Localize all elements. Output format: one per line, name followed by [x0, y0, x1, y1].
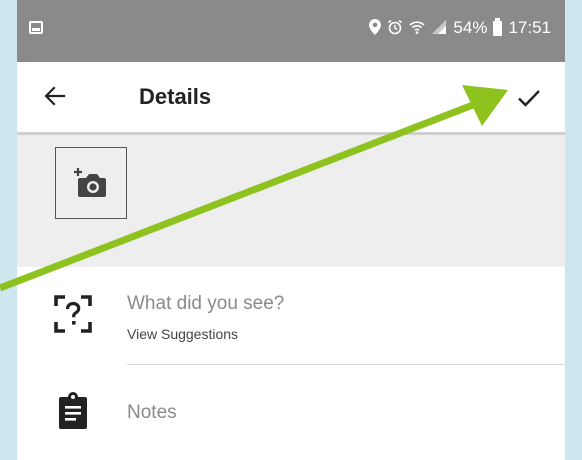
- view-suggestions-link[interactable]: View Suggestions: [127, 326, 238, 342]
- wifi-icon: [409, 19, 425, 38]
- status-indicators: 54% 17:51: [369, 17, 551, 39]
- notification-icon: [29, 21, 43, 34]
- battery-icon: [493, 17, 503, 36]
- battery-percent: 54%: [453, 18, 488, 37]
- app-toolbar: Details: [17, 62, 565, 135]
- arrow-left-icon: [44, 86, 66, 106]
- species-placeholder: What did you see?: [127, 293, 285, 314]
- signal-icon: [431, 19, 447, 38]
- notes-field[interactable]: Notes: [17, 365, 565, 460]
- phone-screen: 54% 17:51 Details What did you see? View…: [17, 0, 565, 460]
- species-field[interactable]: What did you see? View Suggestions: [17, 268, 565, 364]
- checkmark-icon: [518, 90, 540, 107]
- page-title: Details: [139, 84, 212, 109]
- back-button[interactable]: [35, 76, 75, 116]
- species-scan-icon: [53, 294, 93, 334]
- clock-time: 17:51: [508, 18, 551, 37]
- clipboard-icon: [53, 391, 93, 431]
- add-photo-icon: [74, 168, 106, 197]
- add-photo-button[interactable]: [55, 147, 127, 219]
- location-icon: [369, 18, 382, 38]
- status-bar: 54% 17:51: [17, 0, 565, 62]
- confirm-button[interactable]: [507, 76, 551, 120]
- alarm-icon: [387, 19, 403, 38]
- notes-placeholder: Notes: [127, 402, 177, 423]
- photo-area: [17, 135, 565, 267]
